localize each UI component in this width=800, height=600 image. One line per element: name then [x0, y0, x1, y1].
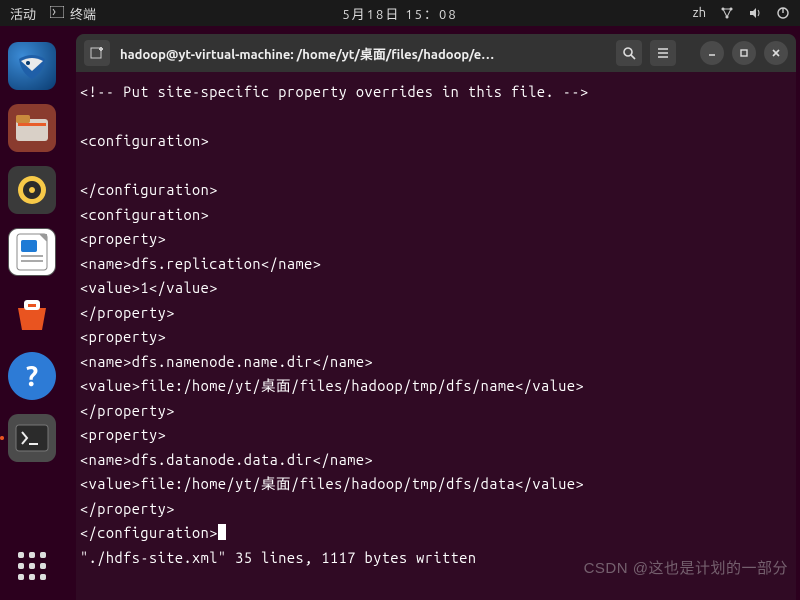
term-line: <property>: [80, 328, 166, 345]
question-icon: ?: [26, 361, 38, 392]
window-title: hadoop@yt-virtual-machine: /home/yt/桌面/f…: [120, 44, 606, 63]
terminal-icon: [50, 6, 64, 21]
term-line: </property>: [80, 402, 175, 419]
clock[interactable]: 5月18日 15：08: [342, 4, 457, 23]
term-line: <value>file:/home/yt/桌面/files/hadoop/tmp…: [80, 377, 584, 394]
term-status: "./hdfs-site.xml" 35 lines, 1117 bytes w…: [80, 549, 477, 566]
close-button[interactable]: [764, 41, 788, 65]
term-line: <property>: [80, 230, 166, 247]
show-applications-button[interactable]: [12, 546, 52, 586]
dock-app-terminal[interactable]: [8, 414, 56, 462]
term-line: <name>dfs.datanode.data.dir</name>: [80, 451, 373, 468]
window-titlebar[interactable]: hadoop@yt-virtual-machine: /home/yt/桌面/f…: [76, 34, 796, 72]
power-icon[interactable]: [776, 6, 790, 20]
dock-app-files[interactable]: [8, 104, 56, 152]
volume-icon[interactable]: [748, 6, 762, 20]
new-tab-button[interactable]: [84, 40, 110, 66]
activities-button[interactable]: 活动: [10, 4, 36, 23]
cursor: [218, 524, 226, 540]
term-line: <configuration>: [80, 132, 209, 149]
dock-app-software[interactable]: [8, 290, 56, 338]
ime-indicator[interactable]: zh: [693, 6, 706, 20]
dock-app-libreoffice-writer[interactable]: [8, 228, 56, 276]
app-menu[interactable]: 终端: [50, 4, 96, 23]
term-line: <name>dfs.replication</name>: [80, 255, 321, 272]
terminal-window: hadoop@yt-virtual-machine: /home/yt/桌面/f…: [76, 34, 796, 600]
term-line: <property>: [80, 426, 166, 443]
term-line: </configuration>: [80, 524, 218, 541]
term-line: <!-- Put site-specific property override…: [80, 83, 589, 100]
watermark: CSDN @这也是计划的一部分: [584, 557, 788, 578]
dock-app-help[interactable]: ?: [8, 352, 56, 400]
search-button[interactable]: [616, 40, 642, 66]
dock-app-rhythmbox[interactable]: [8, 166, 56, 214]
system-topbar: 活动 终端 5月18日 15：08 zh: [0, 0, 800, 26]
menu-button[interactable]: [650, 40, 676, 66]
terminal-content[interactable]: <!-- Put site-specific property override…: [76, 72, 796, 600]
term-line: </property>: [80, 500, 175, 517]
dock-app-thunderbird[interactable]: [8, 42, 56, 90]
term-line: <value>file:/home/yt/桌面/files/hadoop/tmp…: [80, 475, 584, 492]
minimize-button[interactable]: [700, 41, 724, 65]
term-line: </property>: [80, 304, 175, 321]
dock: ?: [0, 26, 64, 600]
network-icon[interactable]: [720, 6, 734, 20]
term-line: <configuration>: [80, 206, 209, 223]
maximize-button[interactable]: [732, 41, 756, 65]
term-line: </configuration>: [80, 181, 218, 198]
term-line: <name>dfs.namenode.name.dir</name>: [80, 353, 373, 370]
term-line: <value>1</value>: [80, 279, 218, 296]
